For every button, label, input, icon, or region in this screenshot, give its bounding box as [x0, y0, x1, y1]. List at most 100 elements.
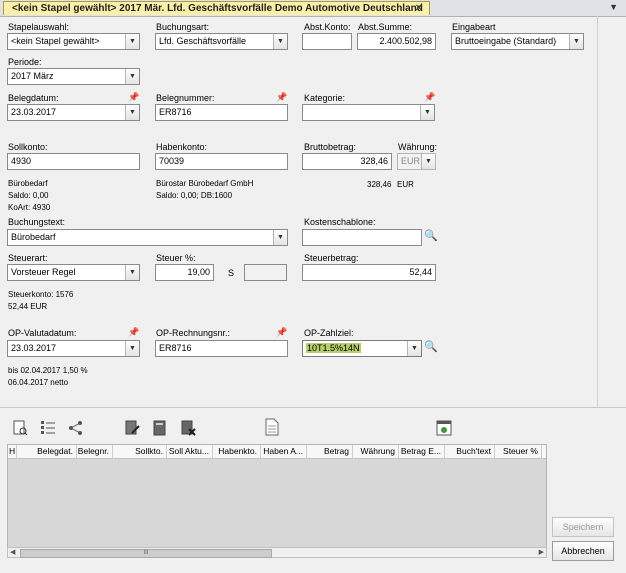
column-header-buchtext[interactable]: Buch'text: [445, 445, 495, 458]
pin-icon[interactable]: 📌: [424, 92, 435, 103]
share-icon[interactable]: [68, 420, 84, 436]
chevron-down-icon[interactable]: ▼: [420, 105, 434, 120]
save-button[interactable]: Speichern: [552, 517, 614, 537]
delete-document-icon[interactable]: [180, 420, 196, 436]
buchungsart-value: Lfd. Geschäftsvorfälle: [159, 36, 247, 46]
habenkonto-input[interactable]: 70039: [155, 153, 288, 170]
toolbar: [0, 410, 600, 444]
steuerart-info-konto: Steuerkonto: 1576: [8, 290, 74, 299]
waehrung-select[interactable]: EUR ▼: [397, 153, 436, 170]
steuerart-select[interactable]: Vorsteuer Regel ▼: [7, 264, 140, 281]
horizontal-scrollbar[interactable]: ◀ III ▶: [7, 547, 547, 558]
pin-icon[interactable]: 📌: [276, 92, 287, 103]
bruttobetrag-input[interactable]: 328,46: [302, 153, 392, 170]
periode-select[interactable]: 2017 März ▼: [7, 68, 140, 85]
open-document-icon[interactable]: [12, 420, 28, 436]
kategorie-select[interactable]: ▼: [302, 104, 435, 121]
tab-bar: <kein Stapel gewählt> 2017 Mär. Lfd. Ges…: [0, 0, 626, 17]
tab-menu-icon[interactable]: ▼: [609, 2, 618, 12]
habenkonto-info-name: Bürostar Bürobedarf GmbH: [156, 179, 254, 188]
sollkonto-info-saldo: Saldo: 0,00: [8, 191, 49, 200]
belegnummer-input[interactable]: ER8716: [155, 104, 288, 121]
steuerart-info-betrag: 52,44 EUR: [8, 302, 48, 311]
tab-title: <kein Stapel gewählt> 2017 Mär. Lfd. Ges…: [12, 3, 423, 14]
column-header-habenkto[interactable]: Habenkto.: [213, 445, 261, 458]
section-divider: [0, 407, 626, 408]
opvaluta-info-skonto: bis 02.04.2017 1,50 %: [8, 366, 88, 375]
column-header-belegnr[interactable]: Belegnr.: [77, 445, 113, 458]
buchungstext-input[interactable]: Bürobedarf ▼: [7, 229, 288, 246]
habenkonto-label: Habenkonto:: [156, 142, 208, 152]
column-header-steuer[interactable]: Steuer %: [495, 445, 542, 458]
chevron-down-icon[interactable]: ▼: [125, 265, 139, 280]
eingabeart-select[interactable]: Bruttoeingabe (Standard) ▼: [451, 33, 584, 50]
column-header-haben-a[interactable]: Haben A...: [261, 445, 307, 458]
steuer-s-label: S: [228, 268, 235, 278]
close-icon[interactable]: ✕: [415, 2, 423, 15]
page-icon[interactable]: [264, 418, 280, 436]
numbered-list-icon[interactable]: [40, 420, 56, 436]
column-header-h[interactable]: H: [8, 445, 17, 458]
steuerproz-input[interactable]: 19,00: [155, 264, 214, 281]
pin-icon[interactable]: 📌: [276, 327, 287, 338]
bruttobetrag-info-currency: EUR: [397, 180, 414, 189]
chevron-down-icon[interactable]: ▼: [421, 154, 435, 169]
scroll-thumb[interactable]: III: [20, 549, 272, 558]
buchungstext-value: Bürobedarf: [11, 232, 56, 242]
cancel-button[interactable]: Abbrechen: [552, 541, 614, 561]
belegdatum-input[interactable]: 23.03.2017 ▼: [7, 104, 140, 121]
opvaluta-input[interactable]: 23.03.2017 ▼: [7, 340, 140, 357]
chevron-down-icon[interactable]: ▼: [125, 69, 139, 84]
pin-icon[interactable]: 📌: [128, 92, 139, 103]
form-right-border: [597, 16, 598, 408]
chevron-down-icon[interactable]: ▼: [125, 34, 139, 49]
sollkonto-info-koart: KoArt: 4930: [8, 203, 51, 212]
column-header-waehrung[interactable]: Währung: [353, 445, 399, 458]
periode-value: 2017 März: [11, 71, 54, 81]
steuerart-label: Steuerart:: [8, 253, 48, 263]
kostenschablone-input[interactable]: [302, 229, 422, 246]
sollkonto-input[interactable]: 4930: [7, 153, 140, 170]
column-header-betrag-e[interactable]: Betrag E...: [399, 445, 445, 458]
steuerbetrag-input[interactable]: 52,44: [302, 264, 436, 281]
opzahlziel-label: OP-Zahlziel:: [304, 328, 354, 338]
steuerproz-label: Steuer %:: [156, 253, 196, 263]
opvaluta-value: 23.03.2017: [11, 343, 57, 353]
search-icon[interactable]: 🔍: [424, 229, 438, 242]
chevron-down-icon[interactable]: ▼: [273, 34, 287, 49]
booking-table[interactable]: H Belegdat. Belegnr. Sollkto. Soll Aktu.…: [7, 444, 547, 548]
search-icon[interactable]: 🔍: [424, 340, 438, 353]
abstsumme-input[interactable]: 2.400.502,98: [357, 33, 436, 50]
stapel-select[interactable]: <kein Stapel gewählt> ▼: [7, 33, 140, 50]
scroll-left-icon[interactable]: ◀: [10, 548, 15, 557]
column-header-belegdat[interactable]: Belegdat.: [17, 445, 77, 458]
chevron-down-icon[interactable]: ▼: [125, 341, 139, 356]
opzahlziel-select[interactable]: 10T1.5%14N ▼: [302, 340, 422, 357]
oprechnung-input[interactable]: ER8716: [155, 340, 288, 357]
column-header-soll-aktu[interactable]: Soll Aktu...: [167, 445, 213, 458]
steuer-s-input[interactable]: [244, 264, 287, 281]
chevron-down-icon[interactable]: ▼: [407, 341, 421, 356]
belegdatum-value: 23.03.2017: [11, 107, 57, 117]
chevron-down-icon[interactable]: ▼: [273, 230, 287, 245]
tab-active[interactable]: <kein Stapel gewählt> 2017 Mär. Lfd. Ges…: [3, 1, 430, 15]
opvaluta-label: OP-Valutadatum:: [8, 328, 77, 338]
edit-document-icon[interactable]: [124, 420, 140, 436]
stapel-label: Stapelauswahl:: [8, 22, 70, 32]
buchungsart-select[interactable]: Lfd. Geschäftsvorfälle ▼: [155, 33, 288, 50]
steuerbetrag-label: Steuerbetrag:: [304, 253, 359, 263]
chevron-down-icon[interactable]: ▼: [125, 105, 139, 120]
window-settings-icon[interactable]: [436, 420, 452, 436]
column-header-betrag[interactable]: Betrag: [307, 445, 353, 458]
column-header-sollkto[interactable]: Sollkto.: [113, 445, 167, 458]
document-icon[interactable]: [152, 420, 168, 436]
pin-icon[interactable]: 📌: [128, 327, 139, 338]
abstkonto-input[interactable]: [302, 33, 352, 50]
belegdatum-label: Belegdatum:: [8, 93, 59, 103]
kostenschablone-label: Kostenschablone:: [304, 217, 376, 227]
chevron-down-icon[interactable]: ▼: [569, 34, 583, 49]
belegnummer-label: Belegnummer:: [156, 93, 215, 103]
scroll-right-icon[interactable]: ▶: [539, 548, 544, 557]
waehrung-label: Währung:: [398, 142, 438, 152]
abstkonto-label: Abst.Konto:: [304, 22, 351, 32]
